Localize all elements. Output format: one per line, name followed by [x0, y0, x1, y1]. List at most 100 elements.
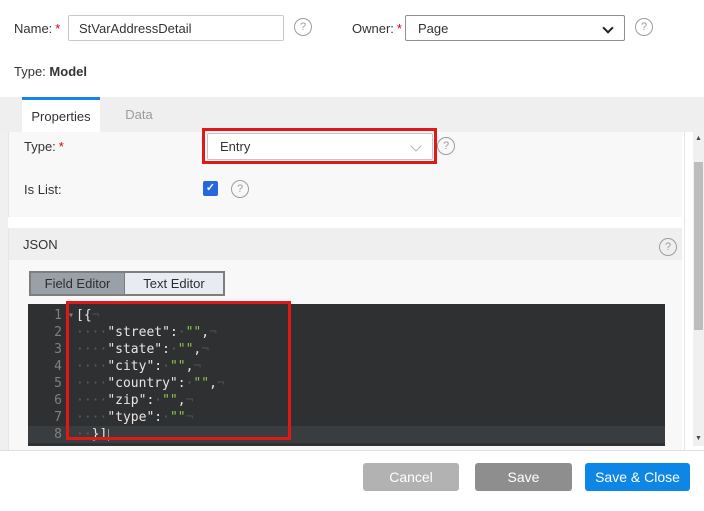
- code-segment-punct: }]: [92, 427, 108, 442]
- type-select[interactable]: Entry: [207, 133, 433, 160]
- scroll-down-button[interactable]: ▼: [693, 432, 704, 444]
- fold-arrow-icon[interactable]: ▾: [68, 307, 74, 324]
- name-input[interactable]: [68, 15, 284, 41]
- code-line: ····"city":·"",¬: [66, 358, 665, 375]
- scroll-up-icon: ▲: [695, 135, 702, 142]
- gutter-line-number: 5: [28, 375, 66, 392]
- code-lines: [{¬····"street":·"",¬····"state":·"",¬··…: [66, 307, 665, 446]
- is-list-help-icon[interactable]: ?: [231, 180, 249, 198]
- question-mark-glyph: ?: [300, 22, 306, 33]
- json-help-icon[interactable]: ?: [659, 238, 677, 256]
- name-label: Name:*: [14, 21, 60, 36]
- code-segment-eol: ¬: [209, 325, 217, 340]
- code-segment-punct: :: [162, 342, 170, 357]
- question-mark-glyph: ?: [443, 141, 449, 152]
- cancel-button[interactable]: Cancel: [363, 463, 459, 491]
- type-help-icon[interactable]: ?: [437, 137, 455, 155]
- question-mark-glyph: ?: [641, 22, 647, 33]
- field-editor-label: Field Editor: [45, 276, 111, 291]
- type-field-label: Type:*: [24, 139, 64, 154]
- variable-editor-dialog: Name:* ? Owner:* Page ? Type: Model Prop…: [0, 0, 704, 511]
- editor-mode-toggle: Field Editor Text Editor: [29, 271, 225, 296]
- save-and-close-button[interactable]: Save & Close: [585, 463, 690, 491]
- tab-data-label: Data: [125, 107, 152, 122]
- code-segment-punct: :: [178, 376, 186, 391]
- question-mark-glyph: ?: [665, 242, 671, 253]
- owner-label: Owner:*: [352, 21, 402, 36]
- code-segment-ws: ·: [154, 393, 162, 408]
- code-segment-ws: ····: [76, 376, 107, 391]
- owner-help-icon[interactable]: ?: [635, 18, 653, 36]
- owner-select-value: Page: [418, 21, 448, 36]
- vertical-scrollbar[interactable]: ▲ ▼: [693, 130, 704, 446]
- code-segment-ws: ·: [162, 359, 170, 374]
- code-line: ····"type":·""¬: [66, 409, 665, 426]
- code-segment-punct: :: [154, 410, 162, 425]
- text-editor-label: Text Editor: [143, 276, 204, 291]
- variable-type-row: Type: Model: [14, 64, 87, 79]
- code-segment-str: "": [186, 325, 202, 340]
- code-segment-str: "": [178, 342, 194, 357]
- field-editor-button[interactable]: Field Editor: [31, 273, 125, 294]
- code-segment-ws: ····: [76, 410, 107, 425]
- code-segment-str: "": [162, 393, 178, 408]
- owner-select[interactable]: Page: [405, 15, 625, 41]
- code-segment-punct: ,: [178, 393, 186, 408]
- code-segment-eol: ¬: [201, 342, 209, 357]
- code-segment-key: "state": [107, 342, 162, 357]
- code-segment-ws: ····: [76, 359, 107, 374]
- code-segment-key: "street": [107, 325, 170, 340]
- code-segment-str: "": [170, 410, 186, 425]
- code-line: [{¬: [66, 307, 665, 324]
- code-segment-ws: ·: [178, 325, 186, 340]
- check-icon: ✓: [206, 183, 215, 194]
- code-line: ····"zip":·"",¬: [66, 392, 665, 409]
- code-segment-str: "": [170, 359, 186, 374]
- code-line: ····"street":·"",¬: [66, 324, 665, 341]
- required-asterisk: *: [397, 21, 402, 36]
- code-segment-key: "country": [107, 376, 177, 391]
- name-help-icon[interactable]: ?: [294, 18, 312, 36]
- code-segment-str: "": [193, 376, 209, 391]
- code-segment-punct: ,: [201, 325, 209, 340]
- code-segment-key: "city": [107, 359, 154, 374]
- code-segment-eol: ¬: [92, 308, 100, 323]
- code-segment-key: "zip": [107, 393, 146, 408]
- json-section-title: JSON: [23, 237, 58, 252]
- json-code-editor[interactable]: 1▾2345678 [{¬····"street":·"",¬····"stat…: [28, 304, 665, 446]
- required-asterisk: *: [59, 139, 64, 154]
- panel-right-edge: [684, 132, 685, 450]
- type-static-value: Model: [49, 64, 87, 79]
- owner-label-text: Owner:: [352, 21, 394, 36]
- code-segment-eol: ¬: [193, 359, 201, 374]
- scroll-up-button[interactable]: ▲: [693, 132, 704, 144]
- scrollbar-thumb[interactable]: [694, 162, 703, 330]
- type-field-label-text: Type:: [24, 139, 56, 154]
- code-gutter: 1▾2345678: [28, 307, 66, 446]
- save-button[interactable]: Save: [475, 463, 572, 491]
- code-segment-punct: :: [154, 359, 162, 374]
- chevron-down-icon: [602, 22, 613, 33]
- type-select-value: Entry: [220, 139, 250, 154]
- code-segment-eol: ¬: [186, 393, 194, 408]
- code-segment-ws: ·: [170, 342, 178, 357]
- json-section-header: JSON: [8, 228, 682, 260]
- tab-properties-label: Properties: [31, 109, 90, 124]
- is-list-checkbox[interactable]: ✓: [203, 181, 218, 196]
- outer-gutter: [0, 132, 8, 450]
- tab-data[interactable]: Data: [100, 97, 178, 132]
- tab-properties[interactable]: Properties: [22, 97, 100, 132]
- text-editor-button[interactable]: Text Editor: [125, 273, 223, 294]
- code-segment-ws: ····: [76, 342, 107, 357]
- code-segment-ws: ····: [76, 325, 107, 340]
- code-segment-ws: ··: [76, 427, 92, 442]
- gutter-line-number: 6: [28, 392, 66, 409]
- code-line: ····"country":·"",¬: [66, 375, 665, 392]
- code-segment-ws: ·: [162, 410, 170, 425]
- gutter-line-number: 7: [28, 409, 66, 426]
- code-segment-eol: ¬: [217, 376, 225, 391]
- gutter-line-number: 3: [28, 341, 66, 358]
- scroll-down-icon: ▼: [695, 435, 702, 442]
- code-segment-punct: [{: [76, 308, 92, 323]
- gutter-line-number: 2: [28, 324, 66, 341]
